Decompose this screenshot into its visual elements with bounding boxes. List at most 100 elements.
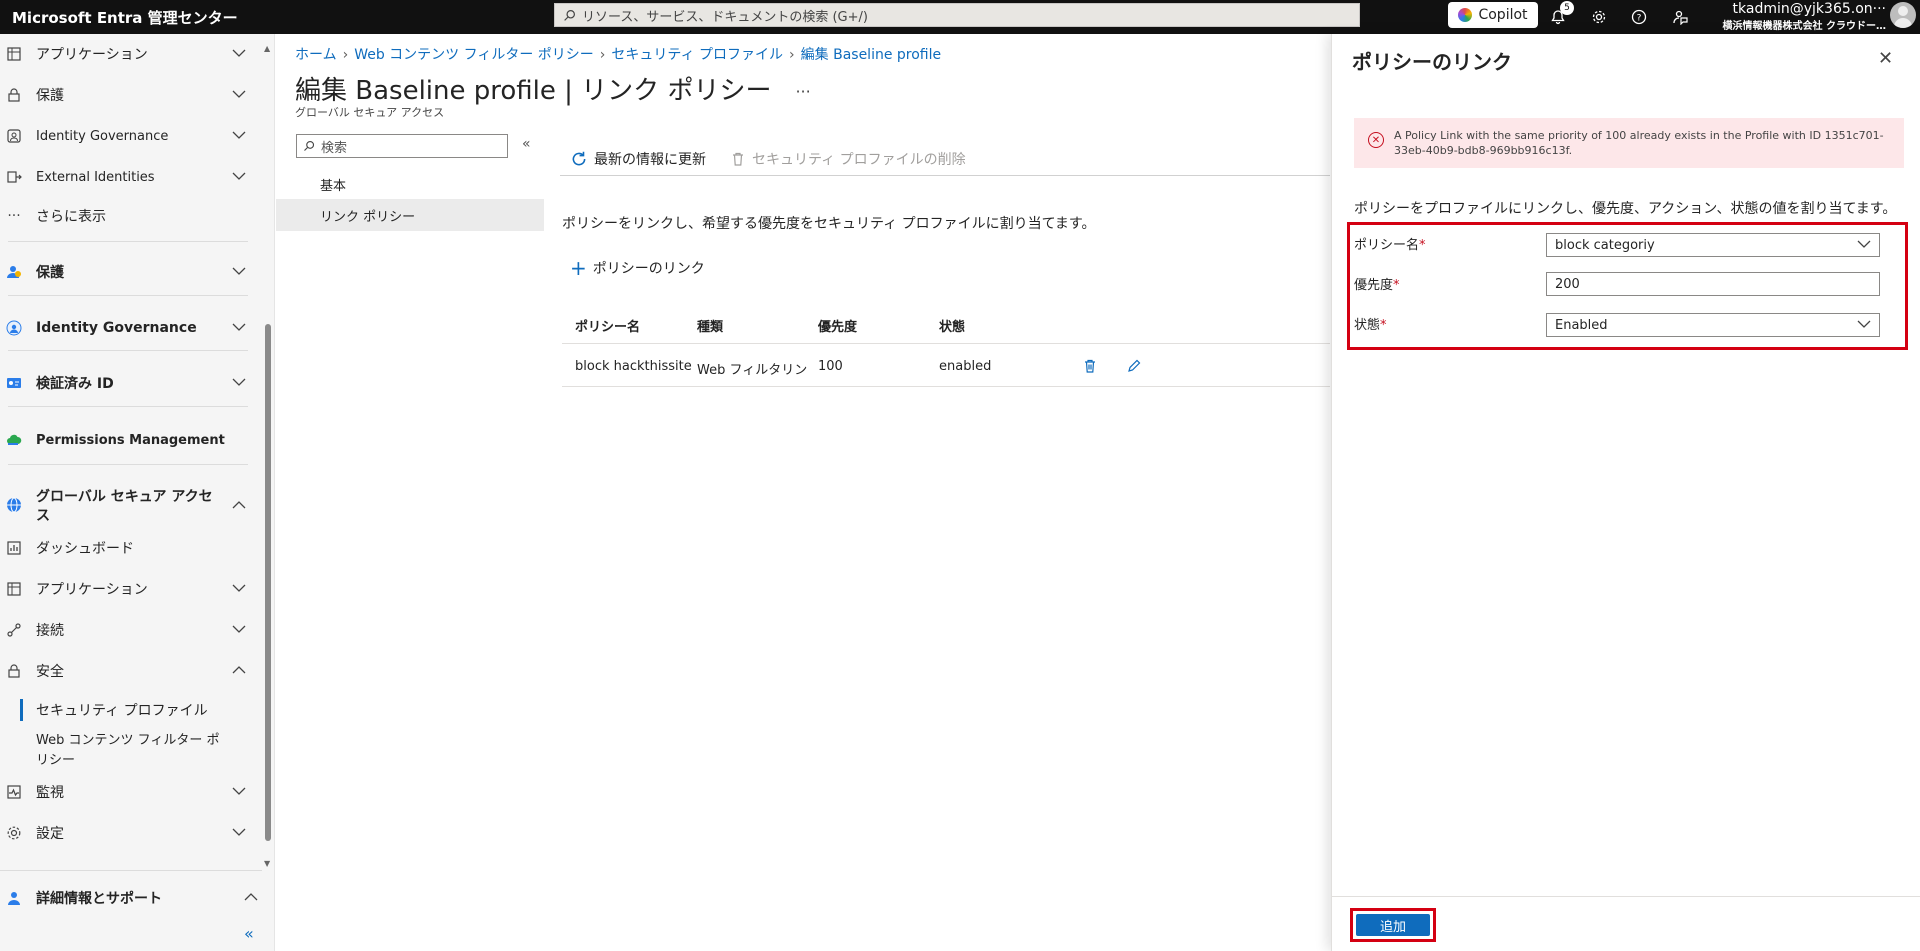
chevron-down-icon bbox=[1857, 318, 1871, 333]
priority-input[interactable]: 200 bbox=[1546, 272, 1880, 296]
breadcrumb-security-profile[interactable]: セキュリティ プロファイル bbox=[611, 47, 783, 63]
breadcrumb-home[interactable]: ホーム bbox=[295, 47, 337, 63]
breadcrumb-web-filter-policy[interactable]: Web コンテンツ フィルター ポリシー bbox=[354, 47, 594, 63]
scroll-up-arrow[interactable]: ▲ bbox=[264, 44, 270, 53]
external-identities-icon bbox=[5, 168, 23, 186]
close-icon[interactable]: ✕ bbox=[1878, 48, 1893, 69]
subnav-basics[interactable]: 基本 bbox=[276, 168, 544, 200]
feedback-icon[interactable] bbox=[1668, 5, 1692, 29]
delete-profile-label: セキュリティ プロファイルの削除 bbox=[752, 152, 966, 168]
app-title[interactable]: Microsoft Entra 管理センター bbox=[12, 7, 238, 28]
sidebar-item-identity-governance-section[interactable]: Identity Governance bbox=[0, 316, 262, 340]
sidebar-item-protect-section[interactable]: 保護 bbox=[0, 260, 262, 284]
priority-label-text: 優先度 bbox=[1354, 278, 1394, 293]
svg-text:?: ? bbox=[1637, 14, 1642, 24]
help-icon[interactable]: ? bbox=[1627, 5, 1651, 29]
sidebar-item-label: Identity Governance bbox=[36, 128, 169, 144]
command-bar: 最新の情報に更新 セキュリティ プロファイルの削除 bbox=[560, 143, 1330, 176]
sidebar-item-applications[interactable]: アプリケーション bbox=[0, 42, 262, 66]
menu-search-input[interactable]: 検索 bbox=[296, 134, 508, 158]
chevron-down-icon[interactable] bbox=[232, 825, 246, 841]
delete-profile-button[interactable]: セキュリティ プロファイルの削除 bbox=[730, 149, 966, 169]
column-header-policy-name[interactable]: ポリシー名 bbox=[575, 316, 640, 335]
copilot-button[interactable]: Copilot bbox=[1448, 2, 1538, 28]
chevron-down-icon[interactable] bbox=[232, 784, 246, 800]
link-policy-button[interactable]: + ポリシーのリンク bbox=[570, 258, 705, 278]
chevron-down-icon[interactable] bbox=[232, 375, 246, 391]
sidebar-item-connect[interactable]: 接続 bbox=[0, 618, 262, 642]
copilot-icon bbox=[1458, 8, 1473, 22]
grid-icon bbox=[5, 580, 23, 598]
sidebar-item-monitor[interactable]: 監視 bbox=[0, 780, 262, 804]
priority-label: 優先度* bbox=[1354, 274, 1400, 293]
breadcrumb-edit-profile[interactable]: 編集 Baseline profile bbox=[801, 47, 941, 63]
lock-icon bbox=[5, 86, 23, 104]
global-search-input[interactable]: リソース、サービス、ドキュメントの検索 (G+/) bbox=[554, 3, 1360, 27]
trash-icon[interactable] bbox=[1082, 358, 1098, 378]
column-header-priority[interactable]: 優先度 bbox=[818, 316, 857, 335]
subnav-link-policy[interactable]: リンク ポリシー bbox=[276, 199, 544, 231]
refresh-button[interactable]: 最新の情報に更新 bbox=[570, 149, 706, 169]
column-header-type[interactable]: 種類 bbox=[697, 316, 723, 335]
chevron-down-icon[interactable] bbox=[232, 46, 246, 62]
sidebar-item-global-secure-access[interactable]: グローバル セキュア アクセス bbox=[0, 486, 262, 526]
add-button-label: 追加 bbox=[1379, 919, 1406, 935]
sidebar-item-verified-id[interactable]: 検証済み ID bbox=[0, 371, 262, 395]
add-button[interactable]: 追加 bbox=[1356, 914, 1430, 936]
sidebar-item-permissions-management[interactable]: Permissions Management bbox=[0, 428, 262, 452]
sidebar-item-learn-support[interactable]: 詳細情報とサポート bbox=[0, 886, 275, 910]
sidebar-item-protect[interactable]: 保護 bbox=[0, 83, 262, 107]
dashboard-icon bbox=[5, 539, 23, 557]
table-header: ポリシー名 種類 優先度 状態 bbox=[562, 304, 1330, 344]
menu-collapse-button[interactable]: « bbox=[522, 136, 531, 152]
scroll-down-arrow[interactable]: ▼ bbox=[264, 859, 270, 868]
refresh-icon bbox=[572, 151, 586, 166]
policy-name-dropdown[interactable]: block categoriy bbox=[1546, 233, 1880, 257]
chevron-down-icon[interactable] bbox=[232, 264, 246, 280]
more-options-button[interactable]: ··· bbox=[795, 82, 810, 101]
column-header-state[interactable]: 状態 bbox=[939, 316, 965, 335]
avatar[interactable] bbox=[1890, 2, 1916, 28]
chevron-down-icon[interactable] bbox=[232, 581, 246, 597]
sidebar-item-secure[interactable]: 安全 bbox=[0, 659, 262, 683]
chevron-down-icon[interactable] bbox=[232, 87, 246, 103]
sidebar-item-label: 保護 bbox=[36, 88, 64, 104]
sidebar-item-label: Permissions Management bbox=[36, 432, 225, 448]
state-dropdown[interactable]: Enabled bbox=[1546, 313, 1880, 337]
chevron-down-icon bbox=[1857, 238, 1871, 253]
sidebar-item-show-more[interactable]: ··· さらに表示 bbox=[0, 204, 262, 228]
error-icon: ✕ bbox=[1368, 132, 1384, 148]
account-name: tkadmin@yjk365.on··· bbox=[1732, 1, 1886, 17]
search-icon bbox=[304, 140, 315, 151]
sidebar-item-dashboard[interactable]: ダッシュボード bbox=[0, 536, 262, 560]
chevron-down-icon[interactable] bbox=[232, 622, 246, 638]
account-info[interactable]: tkadmin@yjk365.on··· 横浜情報機器株式会社 クラウドー… bbox=[1718, 1, 1886, 32]
chevron-up-icon[interactable] bbox=[244, 890, 258, 906]
sidebar-scrollbar[interactable]: ▲ ▼ bbox=[263, 44, 273, 869]
sidebar: アプリケーション 保護 Identity Governance External… bbox=[0, 34, 275, 951]
divider bbox=[8, 406, 248, 407]
chevron-down-icon[interactable] bbox=[232, 169, 246, 185]
sidebar-item-web-content-filter-policy[interactable]: Web コンテンツ フィルター ポリシー bbox=[0, 731, 262, 773]
chevron-down-icon[interactable] bbox=[232, 320, 246, 336]
divider bbox=[8, 350, 248, 351]
sidebar-item-gsa-applications[interactable]: アプリケーション bbox=[0, 577, 262, 601]
sidebar-item-settings[interactable]: 設定 bbox=[0, 821, 262, 845]
error-message-bar: ✕ A Policy Link with the same priority o… bbox=[1354, 118, 1904, 168]
chevron-up-icon[interactable] bbox=[232, 498, 246, 514]
scroll-thumb[interactable] bbox=[265, 324, 271, 841]
sidebar-collapse-button[interactable]: « bbox=[244, 924, 254, 943]
chevron-up-icon[interactable] bbox=[232, 663, 246, 679]
panel-footer-divider bbox=[1332, 896, 1920, 897]
section-description: ポリシーをリンクし、希望する優先度をセキュリティ プロファイルに割り当てます。 bbox=[562, 216, 1096, 232]
sidebar-item-identity-governance[interactable]: Identity Governance bbox=[0, 124, 262, 148]
sidebar-item-security-profile[interactable]: セキュリティ プロファイル bbox=[0, 699, 262, 721]
gear-icon[interactable] bbox=[1587, 5, 1611, 29]
policy-name-label-text: ポリシー名 bbox=[1354, 238, 1420, 253]
divider bbox=[8, 295, 248, 296]
edit-icon[interactable] bbox=[1126, 358, 1142, 378]
breadcrumb-separator: › bbox=[342, 47, 349, 63]
sidebar-item-label: External Identities bbox=[36, 169, 155, 185]
chevron-down-icon[interactable] bbox=[232, 128, 246, 144]
sidebar-item-external-identities[interactable]: External Identities bbox=[0, 165, 262, 189]
